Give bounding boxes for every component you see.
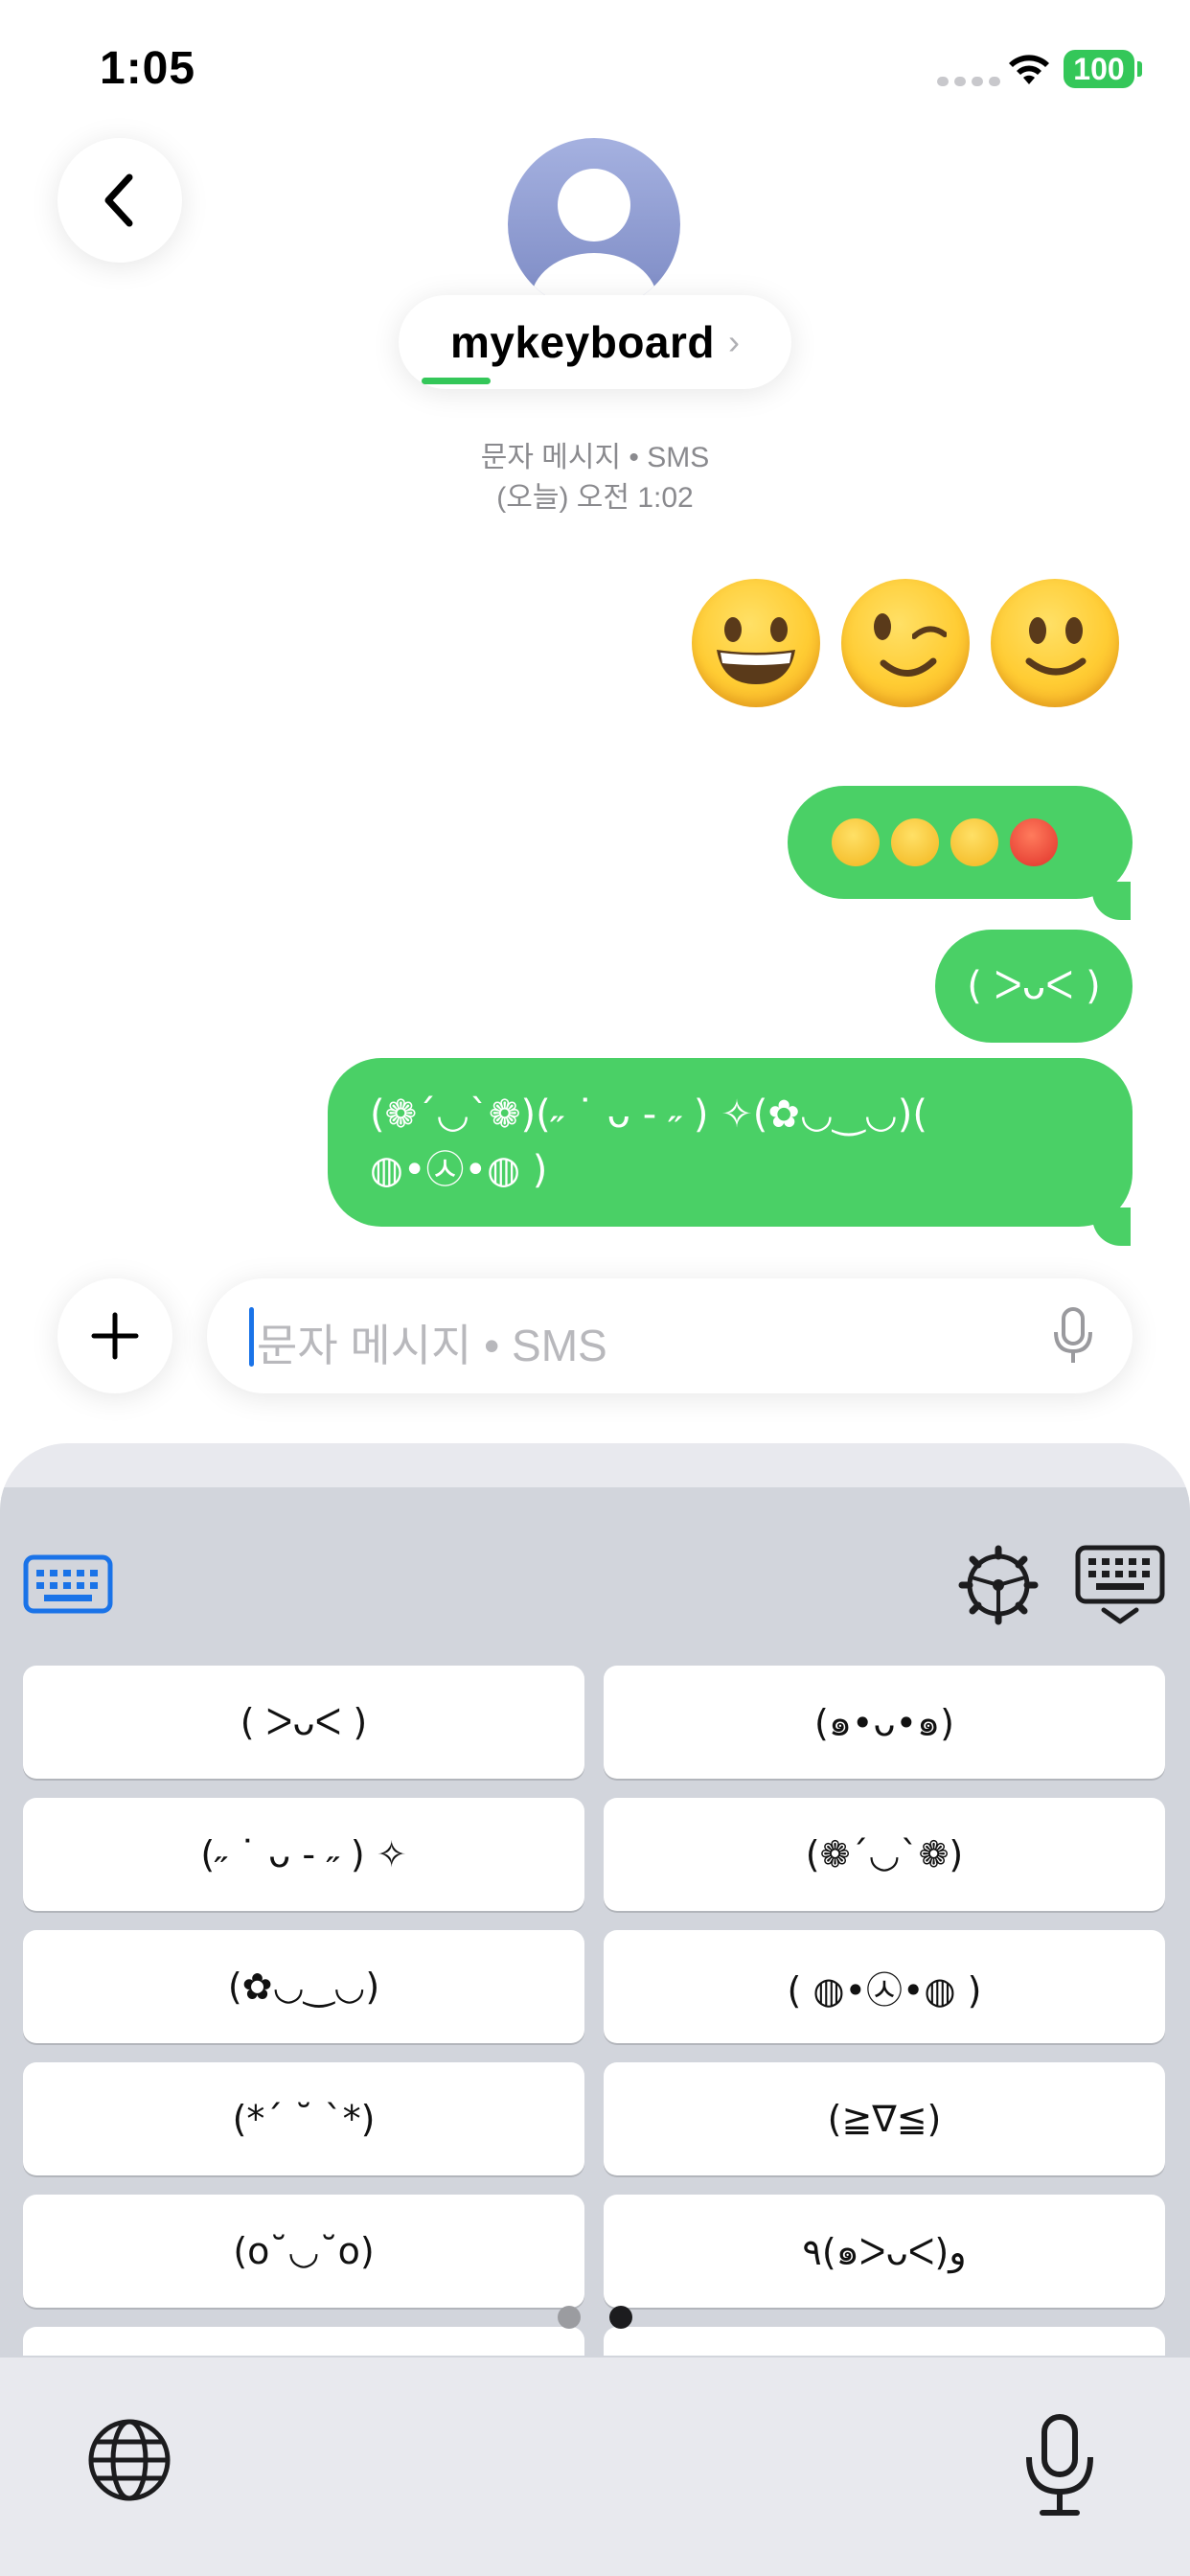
contact-status-bar — [422, 378, 491, 384]
dictation-mic-icon[interactable] — [1050, 1305, 1096, 1367]
back-button[interactable] — [57, 138, 182, 263]
person-icon — [531, 169, 657, 310]
keyboard-toggle-icon[interactable] — [23, 1554, 113, 1614]
tears-of-joy-face-icon — [891, 818, 939, 866]
kaomoji-key[interactable]: (๑•ᴗ•๑) — [604, 1666, 1165, 1779]
dictation-mic-icon[interactable] — [1021, 2411, 1098, 2518]
grinning-face-icon — [832, 818, 880, 866]
text-cursor — [249, 1307, 254, 1367]
kaomoji-key[interactable]: ٩(๑ᐳᴗᐸ)و — [604, 2195, 1165, 2308]
contact-name: mykeyboard — [449, 317, 715, 367]
winking-face-emoji[interactable] — [841, 579, 970, 707]
message-bubble-kaomoji[interactable]: ( ᐳᴗᐸ ) — [935, 930, 1133, 1043]
bubble-line-2: ◍•㉦•◍ ) — [370, 1148, 548, 1192]
slightly-smiling-face-icon — [950, 818, 998, 866]
status-time: 1:05 — [100, 43, 196, 94]
bubble-tail — [1092, 882, 1131, 920]
kaomoji-key[interactable]: (o˘◡˘o) — [23, 2195, 584, 2308]
battery-tip — [1137, 61, 1142, 77]
add-attachment-button[interactable] — [57, 1278, 172, 1393]
kaomoji-key[interactable]: ( ◍•㉦•◍ ) — [604, 1930, 1165, 2043]
thread-timestamp: (오늘) 오전 1:02 — [496, 482, 694, 514]
page-indicator[interactable] — [0, 2306, 1190, 2334]
message-input[interactable]: 문자 메시지 • SMS — [207, 1278, 1133, 1393]
hide-keyboard-icon[interactable] — [1075, 1545, 1165, 1627]
chevron-right-icon: › — [728, 322, 740, 361]
thread-type-label: 문자 메시지 • SMS — [480, 442, 710, 473]
message-bubble-emojis[interactable] — [788, 786, 1133, 899]
message-bubble-kaomoji-combo[interactable]: (❁´◡`❁)(˶ ˙ ᴗ - ˶ ) ✧(✿◡‿◡)( ◍•㉦•◍ ) — [328, 1058, 1133, 1227]
plus-icon — [91, 1312, 139, 1360]
grinning-face-emoji[interactable] — [692, 579, 820, 707]
slightly-smiling-face-emoji[interactable] — [991, 579, 1119, 707]
kaomoji-key[interactable]: (≧∇≦) — [604, 2062, 1165, 2175]
globe-icon[interactable] — [84, 2415, 174, 2505]
contact-name-pill[interactable]: mykeyboard › — [399, 295, 791, 389]
bubble-tail — [1092, 1208, 1131, 1246]
settings-gear-icon[interactable] — [958, 1545, 1039, 1625]
kaomoji-key[interactable]: ( ᐳᴗᐸ ) — [23, 1666, 584, 1779]
cellular-signal-icon — [937, 77, 1008, 86]
message-placeholder: 문자 메시지 • SMS — [257, 1321, 607, 1370]
custom-keyboard: ( ᐳᴗᐸ ) (๑•ᴗ•๑) (˶ ˙ ᴗ - ˶ ) ✧ (❁´◡`❁) (… — [0, 1443, 1190, 2576]
wifi-icon — [1009, 55, 1049, 84]
keyboard-panel: ( ᐳᴗᐸ ) (๑•ᴗ•๑) (˶ ˙ ᴗ - ˶ ) ✧ (❁´◡`❁) (… — [0, 1487, 1190, 2358]
kaomoji-key[interactable]: (❁´◡`❁) — [604, 1798, 1165, 1911]
angry-face-icon — [1010, 818, 1058, 866]
bubble-line-1: (❁´◡`❁)(˶ ˙ ᴗ - ˶ ) ✧(✿◡‿◡)( — [370, 1092, 927, 1137]
page-dot-1[interactable] — [558, 2306, 581, 2329]
chevron-left-icon — [104, 173, 133, 227]
kaomoji-key[interactable]: (˶ ˙ ᴗ - ˶ ) ✧ — [23, 1798, 584, 1911]
page-dot-2[interactable] — [609, 2306, 632, 2329]
kaomoji-key[interactable]: (*´ ˘ `*) — [23, 2062, 584, 2175]
contact-avatar[interactable] — [508, 138, 680, 310]
battery-indicator: 100 — [1064, 50, 1134, 88]
kaomoji-key[interactable]: (✿◡‿◡) — [23, 1930, 584, 2043]
